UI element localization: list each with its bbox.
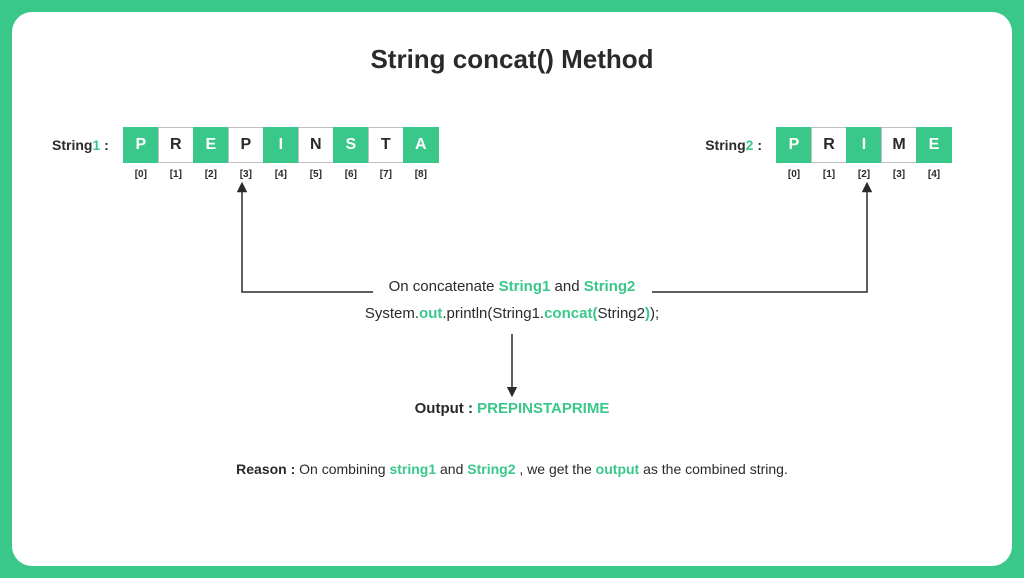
string2-block: String2 : P R I M E [0] [1] [2] [3] [4]	[705, 127, 952, 180]
diagram-card: String concat() Method String1 : P R E P…	[12, 12, 1012, 566]
output-value: PREPINSTAPRIME	[477, 400, 609, 417]
index-label: [0]	[776, 163, 812, 180]
char-cell: E	[916, 127, 952, 163]
code-out: out	[419, 305, 442, 322]
index-label: [3]	[881, 163, 917, 180]
index-label: [6]	[333, 163, 369, 180]
reason-line: Reason : On combining string1 and String…	[12, 461, 1012, 477]
string1-cells: P R E P I N S T A [0] [1] [2] [3] [4] [5…	[123, 127, 439, 180]
string1-label-text: String	[52, 137, 92, 153]
reason-label: Reason :	[236, 461, 299, 477]
index-label: [7]	[368, 163, 404, 180]
char-cell: S	[333, 127, 369, 163]
string2-cells: P R I M E [0] [1] [2] [3] [4]	[776, 127, 952, 180]
char-cell: A	[403, 127, 439, 163]
index-label: [3]	[228, 163, 264, 180]
output-line: Output : PREPINSTAPRIME	[12, 400, 1012, 417]
string1-colon: :	[100, 137, 109, 153]
char-cell: M	[881, 127, 917, 163]
code-line: System.out.println(String1.concat(String…	[12, 305, 1012, 322]
page-title: String concat() Method	[12, 44, 1012, 75]
char-cell: R	[811, 127, 847, 163]
char-cell: T	[368, 127, 404, 163]
string1-label: String1 :	[52, 127, 109, 153]
index-label: [0]	[123, 163, 159, 180]
code-close2: );	[650, 305, 659, 322]
concat-s2: String2	[584, 278, 636, 295]
code-p3: .println(String1.	[442, 305, 544, 322]
char-cell: P	[776, 127, 812, 163]
string2-label-text: String	[705, 137, 745, 153]
string2-colon: :	[753, 137, 762, 153]
concat-s1: String1	[499, 278, 551, 295]
reason-p1: On combining	[299, 461, 389, 477]
concatenate-text: On concatenate String1 and String2	[12, 278, 1012, 295]
code-p1: System.	[365, 305, 419, 322]
reason-s3: output	[596, 461, 640, 477]
code-concat: concat(	[544, 305, 597, 322]
code-arg: String2	[597, 305, 645, 322]
char-cell: R	[158, 127, 194, 163]
index-label: [2]	[193, 163, 229, 180]
index-label: [8]	[403, 163, 439, 180]
string2-label: String2 :	[705, 127, 762, 153]
index-label: [1]	[811, 163, 847, 180]
arrow-right-icon	[652, 187, 867, 292]
char-cell: I	[846, 127, 882, 163]
reason-s1: string1	[389, 461, 436, 477]
reason-s2: String2	[467, 461, 515, 477]
reason-p3: , we get the	[516, 461, 596, 477]
index-label: [5]	[298, 163, 334, 180]
char-cell: P	[123, 127, 159, 163]
reason-p4: as the combined string.	[639, 461, 788, 477]
concat-pre: On concatenate	[389, 278, 499, 295]
string1-block: String1 : P R E P I N S T A [0] [1] [2]	[52, 127, 439, 180]
concat-mid: and	[550, 278, 583, 295]
reason-p2: and	[436, 461, 467, 477]
char-cell: I	[263, 127, 299, 163]
index-label: [4]	[263, 163, 299, 180]
char-cell: N	[298, 127, 334, 163]
strings-row: String1 : P R E P I N S T A [0] [1] [2]	[12, 127, 1012, 180]
index-label: [1]	[158, 163, 194, 180]
index-label: [4]	[916, 163, 952, 180]
arrow-left-icon	[242, 187, 373, 292]
index-label: [2]	[846, 163, 882, 180]
output-label: Output :	[415, 400, 477, 417]
char-cell: E	[193, 127, 229, 163]
char-cell: P	[228, 127, 264, 163]
